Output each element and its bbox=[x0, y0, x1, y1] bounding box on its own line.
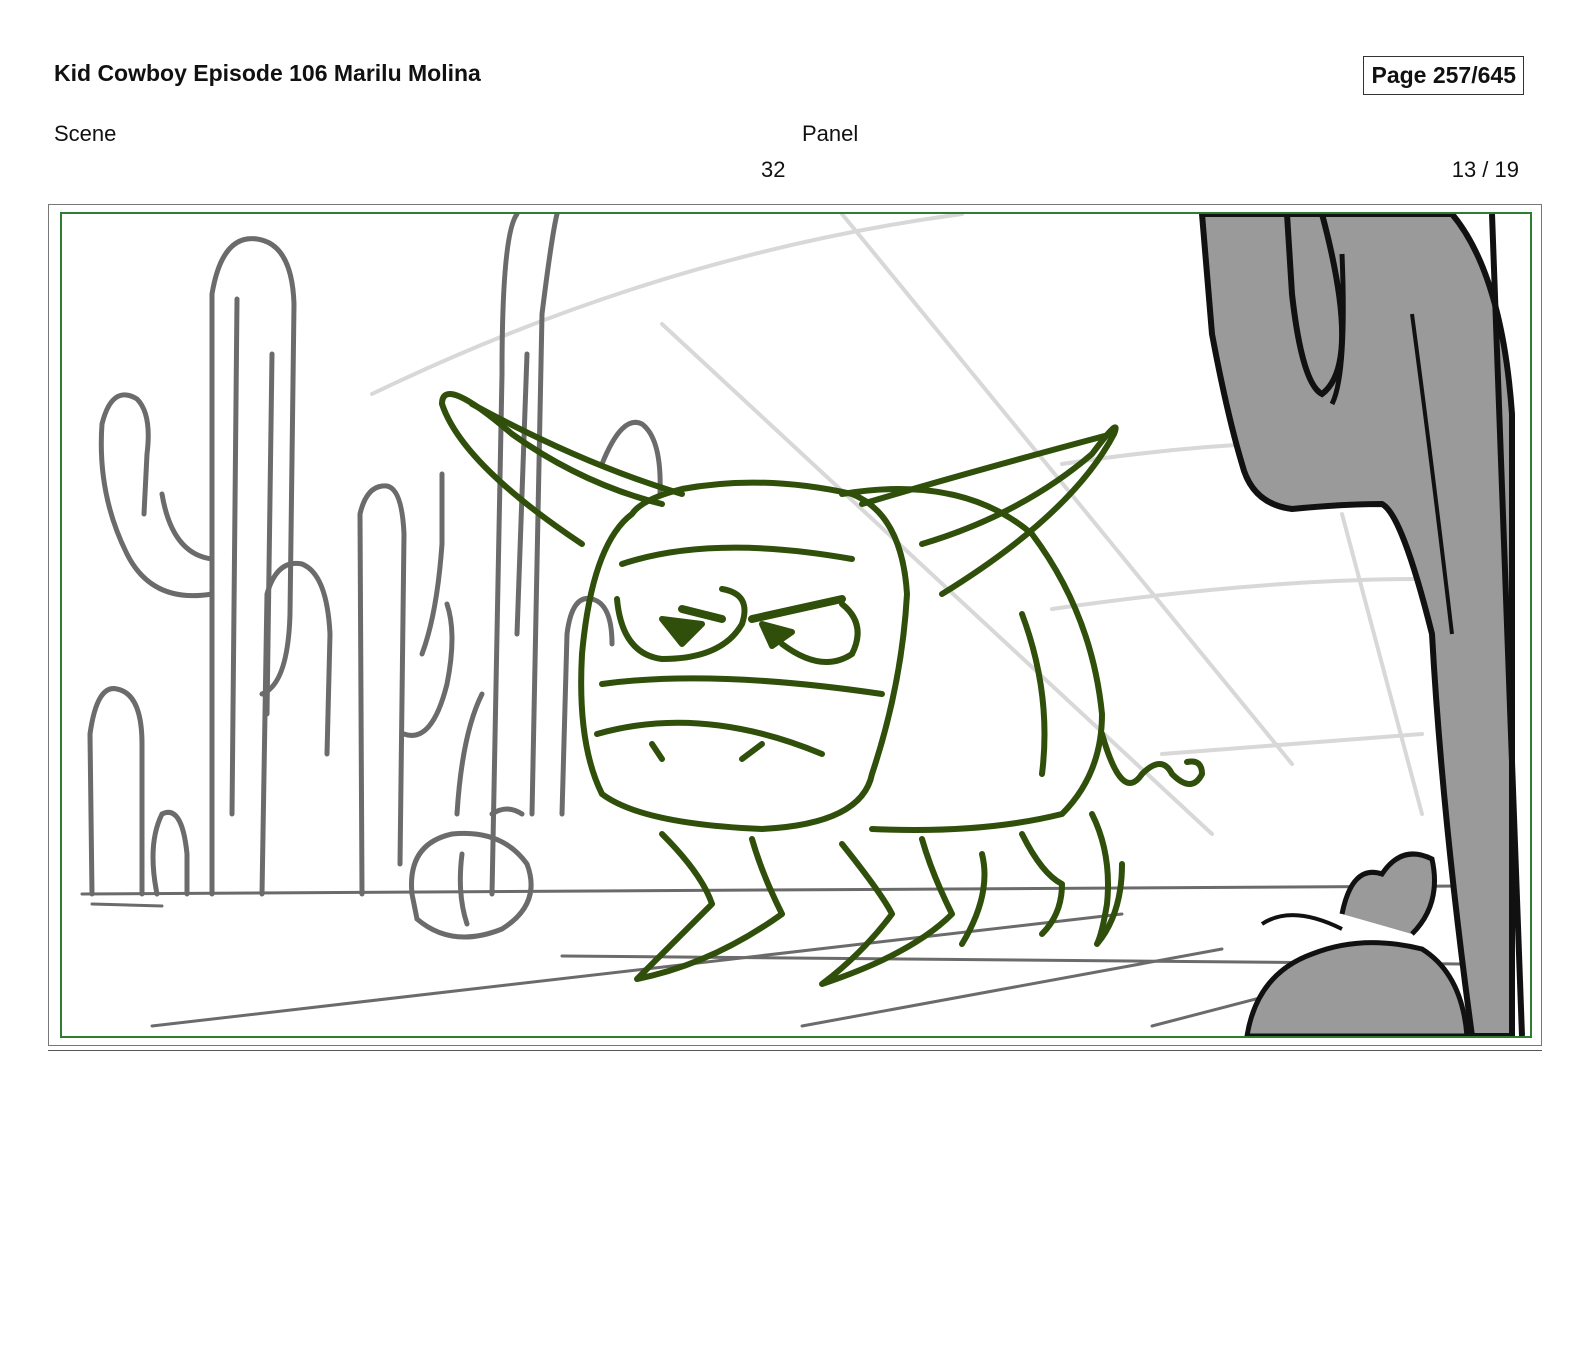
page-counter: Page 257/645 bbox=[1363, 56, 1524, 95]
panel-image bbox=[60, 212, 1532, 1038]
scene-label: Scene bbox=[54, 121, 117, 146]
bull-body bbox=[839, 486, 1105, 833]
storyboard-title: Kid Cowboy Episode 106 Marilu Molina bbox=[54, 60, 481, 86]
scene-number: 32 bbox=[761, 157, 786, 182]
bull-head bbox=[578, 479, 910, 832]
panel-label: Panel bbox=[802, 121, 859, 146]
panel-number: 13 / 19 bbox=[1451, 157, 1519, 182]
background-cacti bbox=[87, 214, 663, 940]
left-horn bbox=[439, 391, 665, 547]
bottom-rule bbox=[48, 1050, 1542, 1051]
foreground-bush bbox=[1244, 851, 1470, 1036]
storyboard-sketch bbox=[80, 214, 1525, 1036]
bull-sketch bbox=[439, 391, 1205, 987]
